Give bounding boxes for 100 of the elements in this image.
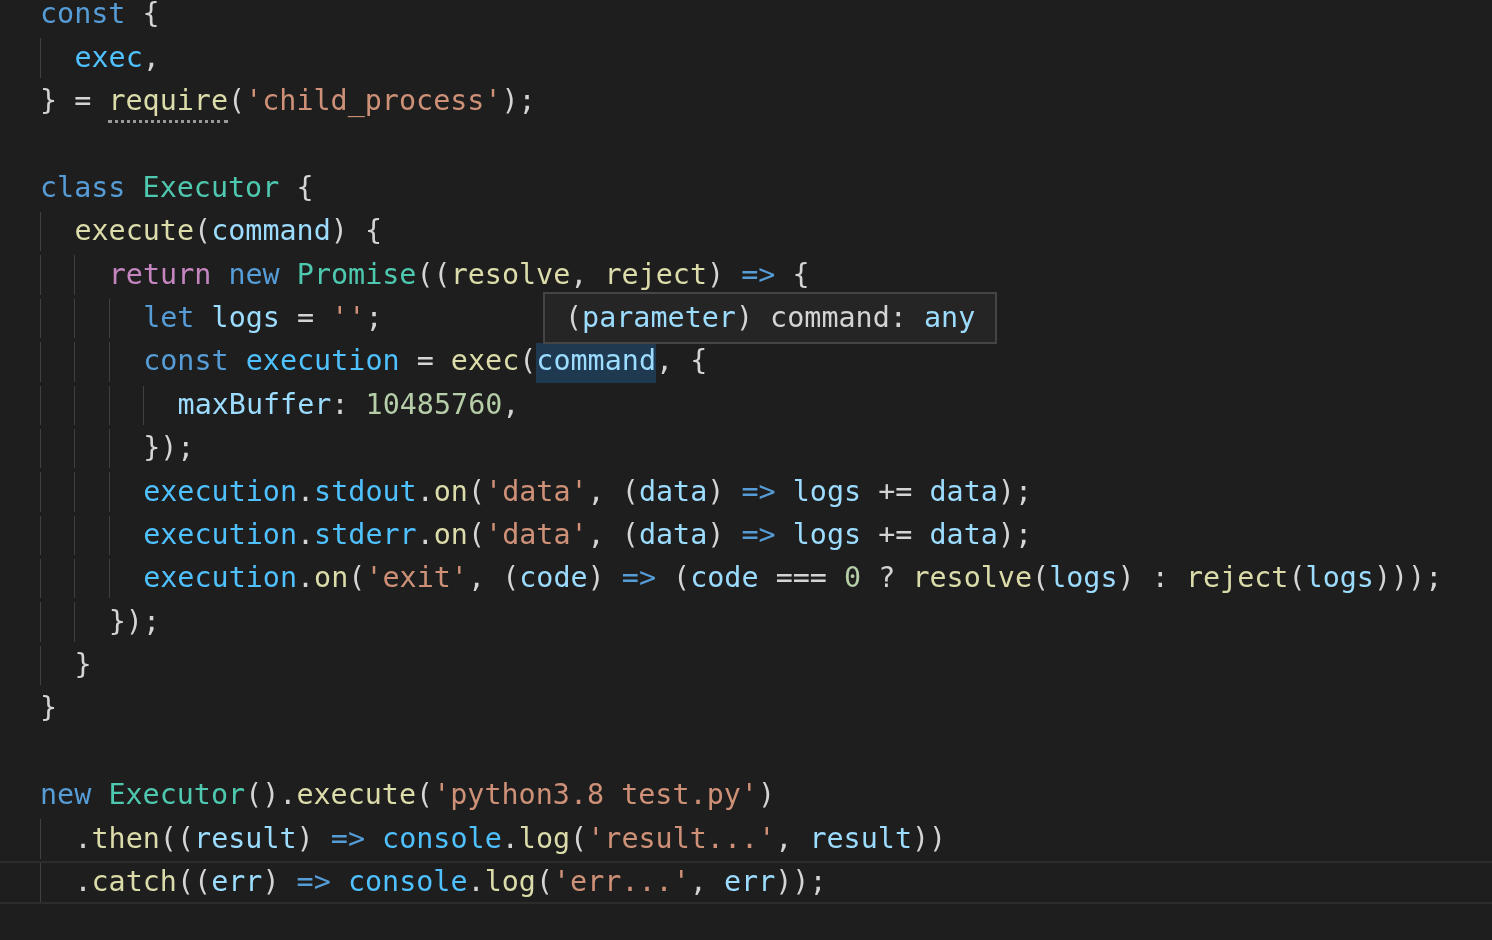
punctuation: (	[565, 299, 583, 336]
number-literal: 10485760	[365, 386, 503, 423]
punctuation: , (	[467, 560, 520, 597]
class-name: Promise	[296, 256, 417, 293]
variable-name: code	[690, 560, 759, 597]
punctuation: ((	[416, 256, 451, 293]
punctuation: ) {	[330, 213, 383, 250]
punctuation: ,	[570, 256, 589, 293]
punctuation: .	[74, 820, 92, 857]
punctuation: });	[143, 430, 195, 467]
keyword: const	[143, 343, 230, 380]
variable-name: logs	[1049, 560, 1118, 597]
function-name: execute	[74, 213, 195, 250]
keyword: =>	[330, 820, 366, 857]
punctuation: {	[142, 0, 160, 33]
punctuation: .	[74, 864, 92, 901]
punctuation: , {	[656, 343, 708, 380]
function-name: catch	[91, 864, 177, 901]
string-literal: 'python3.8 test.py'	[433, 777, 758, 814]
keyword: class	[40, 169, 127, 206]
punctuation: .	[501, 820, 519, 857]
keyword: =>	[741, 516, 777, 553]
punctuation: });	[108, 603, 161, 640]
punctuation: (	[416, 777, 434, 814]
variable-name: logs	[1305, 560, 1374, 597]
string-literal: 'exit'	[365, 560, 468, 597]
punctuation: )	[707, 473, 726, 510]
function-name: on	[314, 560, 349, 597]
punctuation: :	[331, 386, 350, 423]
punctuation: ().	[245, 777, 297, 814]
punctuation: ((	[159, 820, 195, 857]
function-name: resolve	[912, 560, 1033, 597]
function-name: execute	[296, 777, 417, 814]
constant-name: execution	[143, 516, 297, 553]
string-literal: 'result...'	[587, 820, 776, 857]
keyword: =>	[741, 256, 777, 293]
control-keyword: return	[108, 256, 213, 293]
string-literal: 'data'	[485, 473, 588, 510]
variable-name: data	[638, 516, 708, 553]
constant-name: stdout	[314, 473, 417, 510]
punctuation: )	[707, 516, 726, 553]
punctuation: .	[297, 473, 315, 510]
punctuation: }	[74, 647, 92, 684]
variable-name: data	[929, 516, 998, 553]
punctuation: .	[467, 864, 485, 901]
variable-name: logs	[792, 516, 862, 553]
variable-name: logs	[211, 299, 280, 336]
keyword: new	[228, 256, 281, 293]
variable-name: command	[211, 213, 331, 250]
punctuation: ,	[142, 39, 160, 76]
variable-name: command	[536, 343, 656, 384]
string-literal: ''	[331, 299, 366, 336]
punctuation: (	[535, 864, 553, 901]
constant-name: execution	[245, 343, 400, 380]
punctuation: ) :	[1117, 560, 1170, 597]
punctuation: (	[570, 820, 588, 857]
punctuation: (	[467, 516, 486, 553]
punctuation: (	[194, 213, 212, 250]
variable-name: any	[923, 299, 976, 336]
punctuation: {	[792, 256, 810, 293]
punctuation: .	[297, 516, 315, 553]
punctuation: {	[296, 169, 314, 206]
function-name: require	[108, 83, 229, 123]
keyword: =>	[621, 560, 657, 597]
keyword: let	[143, 299, 196, 336]
punctuation: +=	[877, 473, 914, 510]
punctuation: (	[1032, 560, 1050, 597]
punctuation: +=	[877, 516, 914, 553]
variable-name: code	[519, 560, 588, 597]
punctuation: (	[348, 560, 366, 597]
punctuation: (	[673, 560, 691, 597]
string-literal: 'data'	[485, 516, 588, 553]
punctuation: )	[587, 560, 606, 597]
variable-name: err	[723, 864, 776, 901]
punctuation: );	[997, 473, 1033, 510]
punctuation: , (	[587, 516, 639, 553]
function-name: on	[433, 473, 468, 510]
punctuation: ((	[176, 864, 212, 901]
punctuation: .	[297, 560, 315, 597]
punctuation: ))	[912, 820, 947, 857]
punctuation: );	[501, 83, 536, 119]
punctuation: .	[416, 473, 434, 510]
punctuation: ,	[775, 820, 794, 857]
number-literal: 0	[844, 560, 862, 597]
punctuation: =	[296, 299, 316, 336]
variable-name: parameter	[582, 299, 736, 336]
string-literal: 'child_process'	[245, 83, 502, 119]
punctuation: )));	[1373, 560, 1443, 597]
constant-name: execution	[143, 560, 297, 597]
punctuation: ===	[774, 560, 828, 597]
keyword: new	[40, 777, 93, 814]
constant-name: stderr	[314, 516, 417, 553]
variable-name: logs	[792, 473, 862, 510]
variable-name: result	[194, 820, 297, 857]
variable-name: data	[638, 473, 708, 510]
punctuation: ;	[365, 299, 383, 336]
string-literal: 'err...'	[553, 864, 690, 901]
punctuation: (	[519, 343, 537, 380]
function-name: resolve	[450, 256, 571, 293]
variable-name: maxBuffer	[177, 386, 332, 423]
